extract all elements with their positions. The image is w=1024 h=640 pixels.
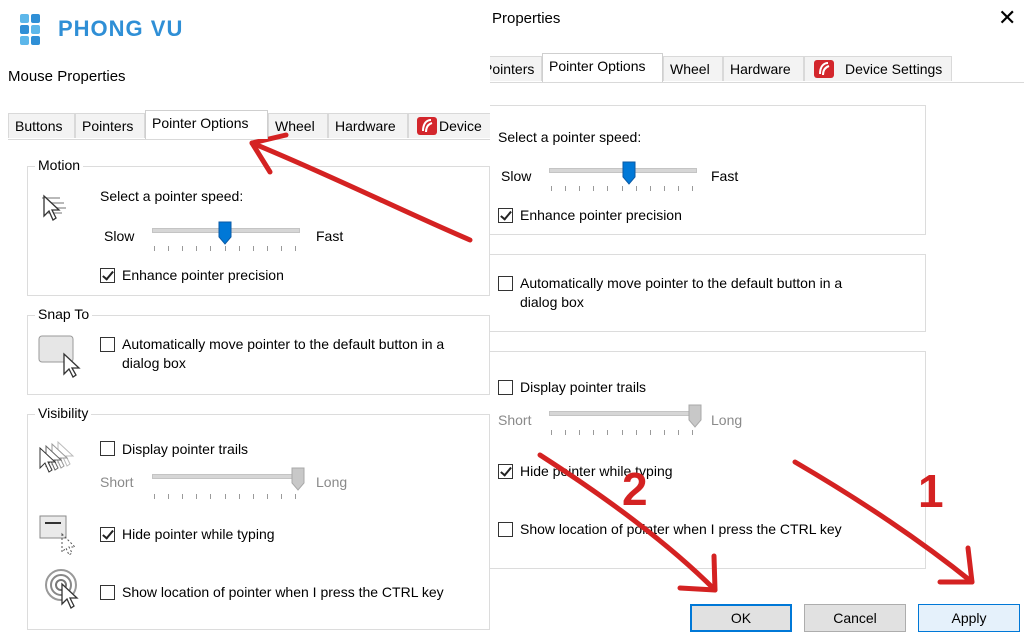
apply-arrow — [792, 459, 975, 585]
tab-arrow — [249, 132, 473, 243]
tab-pointer-options[interactable]: Pointer Options — [145, 110, 268, 139]
annotation-mark-2: 2 — [622, 463, 648, 515]
tab-pointer-options[interactable]: Pointer Options — [542, 53, 663, 82]
annotation-mark-1: 1 — [918, 465, 944, 517]
annotation-overlay: 2 1 — [249, 132, 975, 593]
